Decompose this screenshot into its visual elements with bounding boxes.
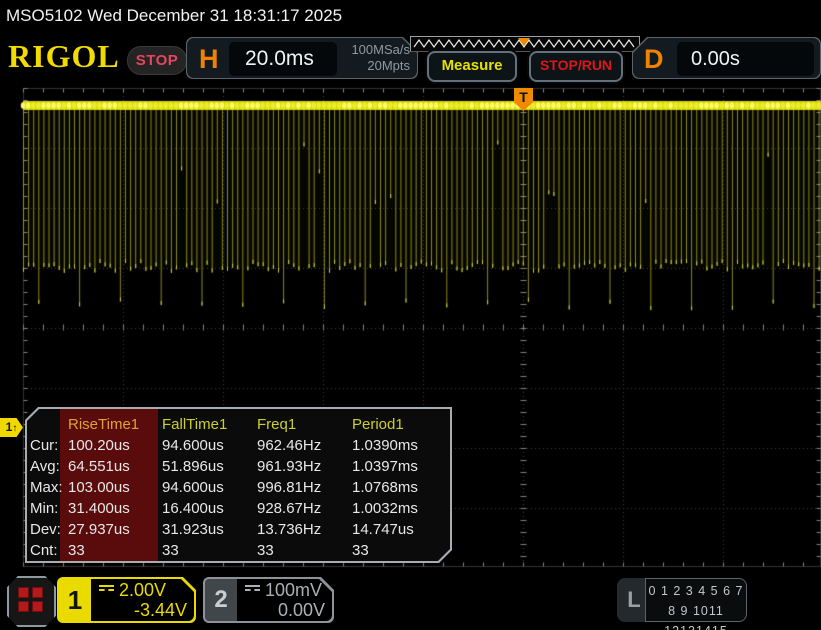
overview-position-pointer[interactable] — [518, 38, 530, 46]
measurement-value: 996.81Hz — [257, 479, 322, 496]
measurement-value: 31.923us — [162, 521, 224, 538]
measurement-value: 33 — [68, 542, 85, 559]
logic-channels-row2: 8 9 1011 12131415 — [664, 604, 727, 630]
measurement-value: 94.600us — [162, 437, 224, 454]
trigger-delay-panel[interactable]: D 0.00s — [632, 37, 821, 79]
logic-channels-row1: 0 1 2 3 4 5 6 7 — [648, 584, 744, 598]
measurement-row-label: Max: — [30, 479, 63, 496]
measurement-row-label: Cur: — [30, 437, 59, 454]
measurement-value: 1.0768ms — [352, 479, 418, 496]
channel2-offset: 0.00V — [277, 600, 325, 620]
measurement-value: 51.896us — [162, 458, 224, 475]
measurement-value: 1.0397ms — [352, 458, 418, 475]
channel1-number: 1 — [59, 579, 91, 621]
measurement-column-header: Period1 — [352, 416, 404, 433]
measurement-column-header: FallTime1 — [162, 416, 228, 433]
measurement-value: 1.0390ms — [352, 437, 418, 454]
measurement-value: 961.93Hz — [257, 458, 322, 475]
measurement-value: 14.747us — [352, 521, 414, 538]
measurement-value: 33 — [162, 542, 179, 559]
channel1-marker-arrow: ↑ — [12, 423, 18, 434]
measurement-value: 33 — [257, 542, 274, 559]
sample-rate: 100MSa/s — [351, 42, 410, 57]
measurement-value: 928.67Hz — [257, 500, 322, 517]
measurement-value: 16.400us — [162, 500, 224, 517]
logic-analyzer-badge[interactable]: L 0 1 2 3 4 5 6 7 8 9 1011 12131415 — [617, 578, 747, 630]
channel2-number: 2 — [205, 579, 237, 621]
measurement-value: 962.46Hz — [257, 437, 322, 454]
acquisition-info: 100MSa/s 20Mpts — [351, 42, 410, 74]
measurement-row-label: Min: — [30, 500, 59, 517]
measurement-row-label: Cnt: — [30, 542, 58, 559]
measurement-column-header: Freq1 — [257, 416, 297, 433]
channel2-badge[interactable]: 2 100mV 0.00V — [203, 577, 334, 623]
measurement-value: 27.937us — [68, 521, 130, 538]
channel1-badge[interactable]: 1 2.00V -3.44V — [57, 577, 196, 623]
horizontal-label: H — [199, 44, 219, 74]
dc-coupling-icon — [99, 585, 114, 596]
oscilloscope-screen: MSO5102 Wed December 31 18:31:17 2025 RI… — [0, 0, 821, 630]
channel1-scale: 2.00V — [119, 580, 167, 600]
windows-menu-button[interactable] — [7, 576, 56, 627]
measurement-value: 100.20us — [68, 437, 130, 454]
timebase-box[interactable]: 20.0ms — [229, 42, 337, 76]
channel2-scale: 100mV — [265, 580, 323, 600]
trigger-marker-letter: T — [519, 89, 528, 105]
measurement-value: 64.551us — [68, 458, 130, 475]
timebase-value: 20.0ms — [245, 47, 314, 70]
horizontal-settings-panel[interactable]: H 20.0ms 100MSa/s 20Mpts — [186, 37, 418, 79]
delay-box[interactable]: 0.00s — [677, 42, 814, 76]
measurement-value: 94.600us — [162, 479, 224, 496]
measurement-value: 103.00us — [68, 479, 130, 496]
measure-button[interactable]: Measure — [427, 51, 517, 82]
model-datetime-bar: MSO5102 Wed December 31 18:31:17 2025 — [6, 6, 343, 25]
measurement-results-panel[interactable]: Cur: Avg: Max: Min: Dev: Cnt: RiseTime1 100.20u… — [25, 407, 452, 563]
measurement-value: 33 — [352, 542, 369, 559]
windows-grid-icon — [18, 587, 43, 612]
delay-label: D — [644, 44, 664, 74]
measurement-row-label: Dev: — [30, 521, 61, 538]
waveform-overview-bar[interactable] — [410, 36, 640, 52]
measurement-row-label: Avg: — [30, 458, 60, 475]
dc-coupling-icon — [245, 585, 260, 596]
rigol-logo: RIGOL — [8, 38, 120, 74]
logic-channel-list: 0 1 2 3 4 5 6 7 8 9 1011 12131415 — [645, 578, 747, 630]
stop-run-button[interactable]: STOP/RUN — [529, 51, 623, 82]
memory-depth: 20Mpts — [367, 58, 410, 73]
measurement-value: 31.400us — [68, 500, 130, 517]
measurement-value: 13.736Hz — [257, 521, 322, 538]
channel1-offset: -3.44V — [133, 600, 187, 620]
run-state-badge[interactable]: STOP — [127, 46, 187, 75]
measurement-value: 1.0032ms — [352, 500, 418, 517]
delay-value: 0.00s — [691, 48, 740, 70]
measurement-column-header: RiseTime1 — [68, 416, 140, 433]
